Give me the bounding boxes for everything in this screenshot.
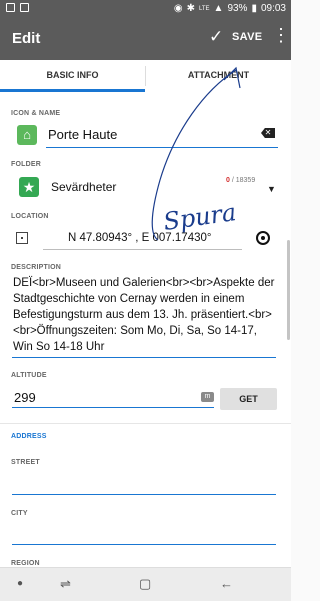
folder-label: FOLDER <box>11 161 41 168</box>
counter-total: / 18359 <box>229 177 256 184</box>
recents-icon[interactable]: ⇌ <box>60 576 71 592</box>
city-input[interactable] <box>12 544 276 545</box>
bluetooth-icon: ✱ <box>186 3 195 14</box>
city-label: CITY <box>11 510 28 517</box>
backspace-clear-icon[interactable]: ✕ <box>261 128 275 138</box>
region-label: REGION <box>11 560 40 567</box>
chevron-down-icon[interactable]: ▼ <box>267 184 276 194</box>
tab-attachment[interactable]: ATTACHMENT <box>146 60 291 92</box>
folder-counter: 0 / 18359 <box>226 177 255 184</box>
page-title: Edit <box>12 30 41 47</box>
form-content: ICON & NAME ⌂ Porte Haute ✕ FOLDER ★ Sev… <box>0 92 291 567</box>
more-menu-icon[interactable]: ⋮ <box>272 26 290 44</box>
altitude-unit: m <box>201 392 214 402</box>
section-divider <box>0 423 291 424</box>
description-label: DESCRIPTION <box>11 264 62 271</box>
edge-panel-handle[interactable] <box>287 240 290 340</box>
altitude-input[interactable]: 299 <box>14 390 36 405</box>
street-input[interactable] <box>12 494 276 495</box>
gps-target-icon[interactable] <box>256 231 270 245</box>
location-field[interactable]: N 47.80943° , E 007.17430° <box>68 232 211 244</box>
back-icon[interactable]: ← <box>220 576 233 591</box>
save-button[interactable]: SAVE <box>232 31 262 43</box>
battery-text: 93% <box>227 3 248 14</box>
time-text: 09:03 <box>260 3 286 14</box>
description-underline <box>12 357 276 358</box>
signal-icon: ▲ <box>213 3 224 14</box>
app-bar: Edit ✓ SAVE ⋮ <box>0 18 291 60</box>
location-label: LOCATION <box>11 213 49 220</box>
altitude-underline <box>12 407 214 408</box>
status-bar: ◉ ✱ LTE ▲ 93% ▮ 09:03 <box>0 0 291 18</box>
address-label: ADDRESS <box>11 433 47 440</box>
dot-icon[interactable]: ● <box>17 578 23 589</box>
get-altitude-button[interactable]: GET <box>220 388 277 410</box>
signal-text: LTE <box>198 5 210 12</box>
tab-bar: BASIC INFO ATTACHMENT <box>0 60 291 93</box>
tab-basic-info[interactable]: BASIC INFO <box>0 60 145 92</box>
icon-name-label: ICON & NAME <box>11 110 61 117</box>
description-input[interactable]: DEÏ<br>Museen und Galerien<br><br>Aspekt… <box>13 275 279 355</box>
poi-icon[interactable]: ⌂ <box>17 125 37 145</box>
image-icon <box>6 3 15 12</box>
home-icon[interactable]: ▢ <box>139 576 151 592</box>
name-underline <box>46 147 278 148</box>
notification-icon <box>20 3 29 12</box>
folder-star-icon: ★ <box>19 177 39 197</box>
name-input[interactable]: Porte Haute <box>48 127 117 142</box>
location-pin-icon <box>16 232 28 244</box>
altitude-label: ALTITUDE <box>11 372 47 379</box>
battery-icon: ▮ <box>251 3 257 14</box>
location-icon: ◉ <box>173 3 183 14</box>
check-icon[interactable]: ✓ <box>209 27 223 47</box>
street-label: STREET <box>11 459 40 466</box>
system-nav-bar: ● ⇌ ▢ ← <box>0 567 291 601</box>
location-underline <box>43 249 242 250</box>
folder-select[interactable]: Sevärdheter <box>51 180 116 194</box>
